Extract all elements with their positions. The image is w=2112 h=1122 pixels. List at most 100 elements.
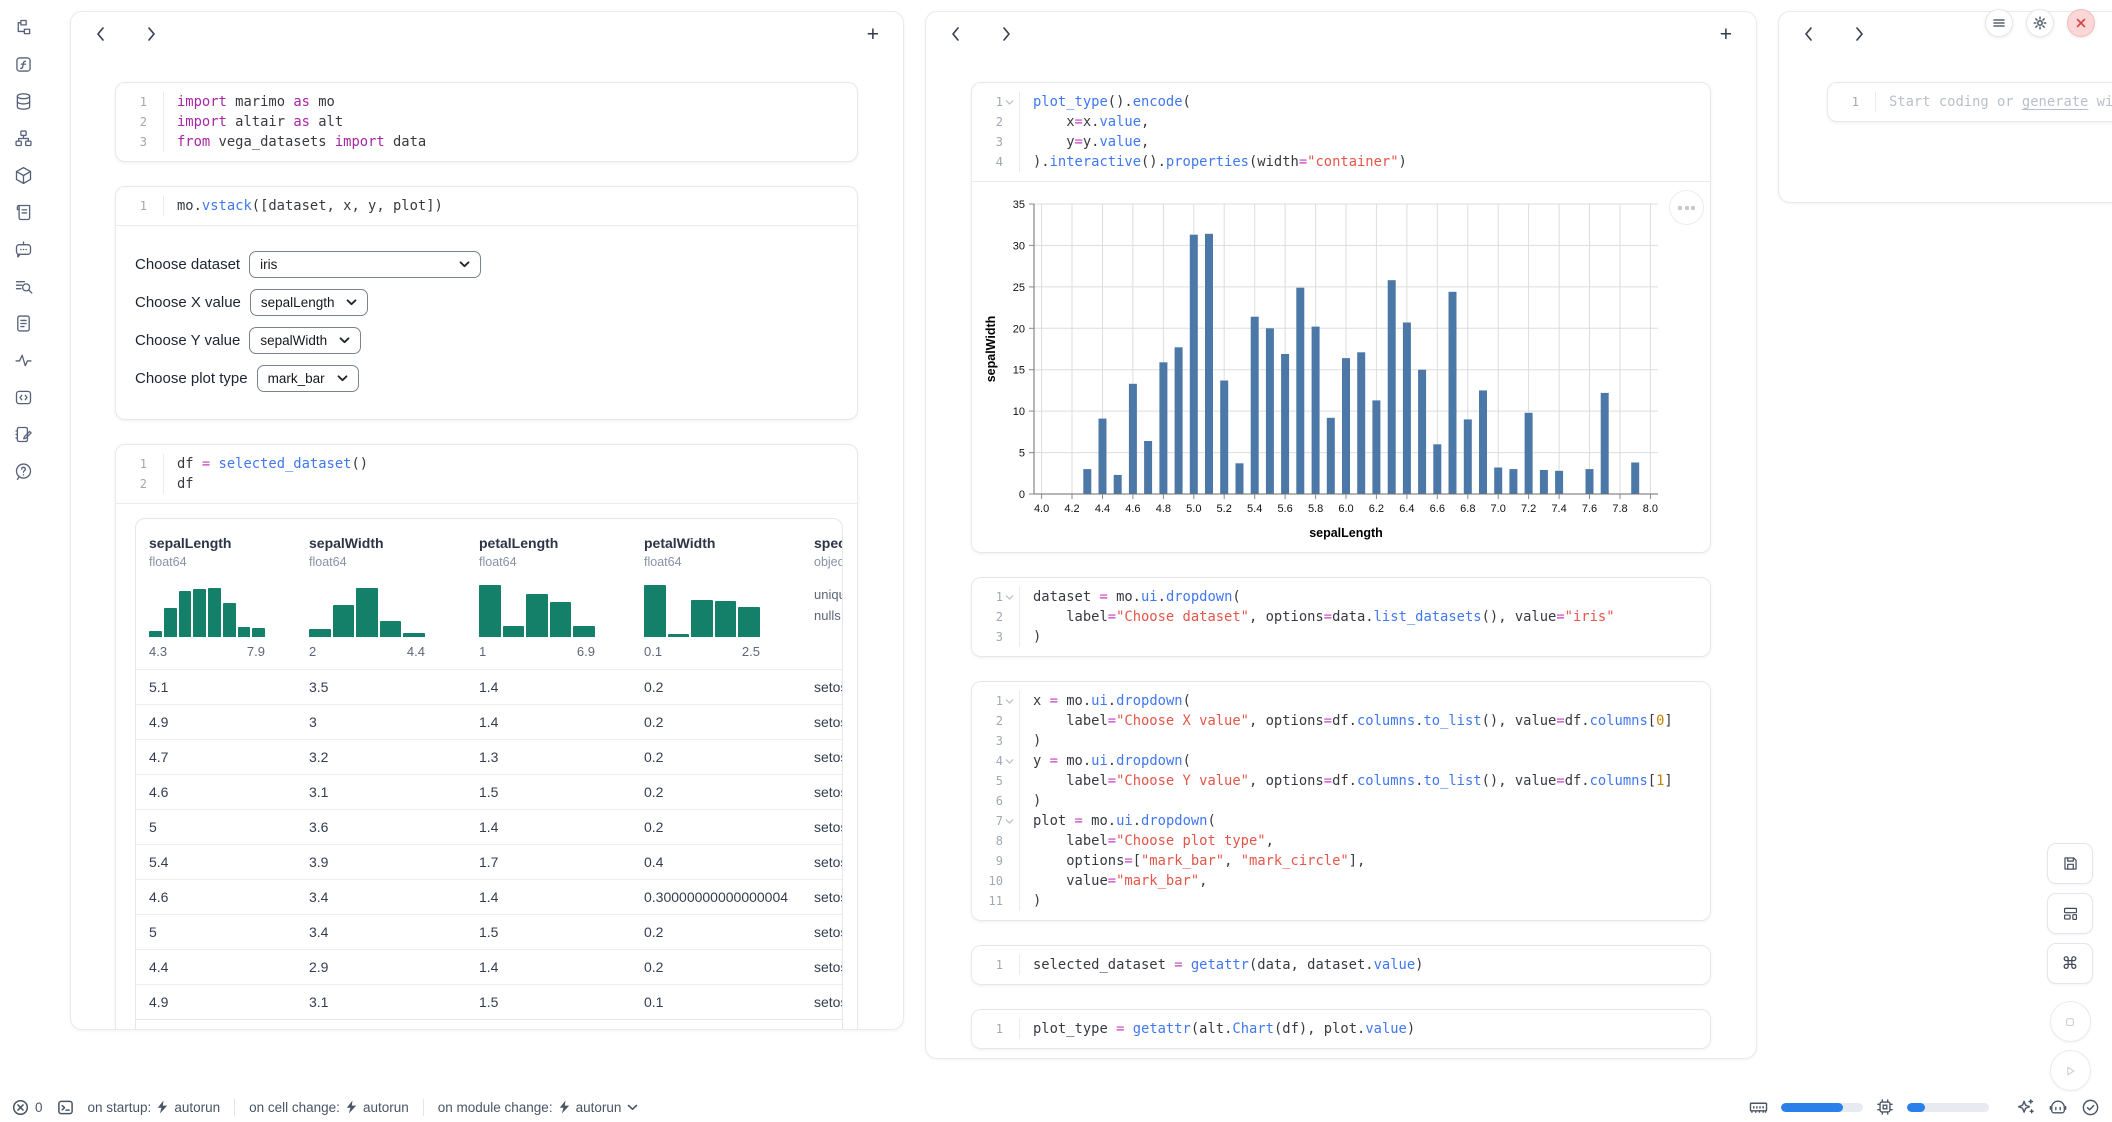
errors-button[interactable]: 0 bbox=[12, 1099, 43, 1116]
column-header-petalLength[interactable]: petalLengthfloat6416.9 bbox=[466, 535, 631, 659]
column-scroll-left-button[interactable] bbox=[950, 26, 961, 42]
packages-icon[interactable] bbox=[12, 164, 34, 186]
logs-icon[interactable] bbox=[12, 201, 34, 223]
on-cell-change-config[interactable]: on cell change: autorun bbox=[249, 1100, 409, 1115]
table-row: 4.63.11.50.2setosa bbox=[136, 774, 842, 809]
last-page-button[interactable] bbox=[713, 1029, 740, 1030]
terminal-button[interactable] bbox=[57, 1099, 74, 1116]
ai-chat-icon[interactable] bbox=[12, 238, 34, 260]
code-line: 2df bbox=[116, 474, 857, 494]
svg-text:7.0: 7.0 bbox=[1491, 503, 1506, 515]
code-line: 4).interactive().properties(width="conta… bbox=[972, 152, 1710, 172]
code-editor[interactable]: 1mo.vstack([dataset, x, y, plot]) bbox=[116, 187, 857, 225]
code-editor[interactable]: 1x = mo.ui.dropdown(2 label="Choose X va… bbox=[972, 682, 1710, 920]
fold-chevron-icon[interactable] bbox=[1005, 593, 1014, 601]
code-cell-dataframe: 1df = selected_dataset()2df sepalLengthf… bbox=[115, 444, 858, 1030]
column-scroll-left-button[interactable] bbox=[1803, 26, 1814, 42]
find-icon[interactable] bbox=[12, 275, 34, 297]
window-actions bbox=[1985, 9, 2095, 37]
ai-sparkle-button[interactable] bbox=[2002, 1098, 2035, 1117]
code-editor[interactable]: 1selected_dataset = getattr(data, datase… bbox=[972, 946, 1710, 984]
table-row: 53.41.50.2setosa bbox=[136, 914, 842, 949]
close-button[interactable] bbox=[2067, 9, 2095, 37]
add-column-button[interactable]: + bbox=[867, 24, 879, 45]
dependencies-icon[interactable] bbox=[12, 127, 34, 149]
copilot-button[interactable] bbox=[2048, 1098, 2068, 1116]
code-cell-selected-dataset: 1selected_dataset = getattr(data, datase… bbox=[971, 945, 1711, 985]
svg-text:7.6: 7.6 bbox=[1582, 503, 1597, 515]
dropdown-select[interactable]: iris bbox=[249, 251, 481, 278]
svg-text:4.0: 4.0 bbox=[1034, 503, 1049, 515]
column-scroll-left-button[interactable] bbox=[95, 26, 106, 42]
run-all-button[interactable] bbox=[2050, 1050, 2091, 1091]
code-editor[interactable]: 1import marimo as mo2import altair as al… bbox=[116, 83, 857, 161]
table-row: 5.13.51.40.2setosa bbox=[136, 669, 842, 704]
fold-chevron-icon[interactable] bbox=[1005, 697, 1014, 705]
menu-button[interactable] bbox=[1985, 9, 2013, 37]
code-line: 7plot = mo.ui.dropdown( bbox=[972, 811, 1710, 831]
altair-bar-chart[interactable]: 4.04.24.44.64.85.05.25.45.65.86.06.26.46… bbox=[982, 192, 1710, 544]
save-button[interactable] bbox=[2047, 843, 2093, 884]
fold-chevron-icon[interactable] bbox=[1005, 757, 1014, 765]
tracebacks-icon[interactable] bbox=[12, 349, 34, 371]
code-editor[interactable]: 1dataset = mo.ui.dropdown(2 label="Choos… bbox=[972, 578, 1710, 656]
next-page-button[interactable] bbox=[677, 1029, 704, 1030]
generate-link[interactable]: generate bbox=[2022, 94, 2088, 110]
help-icon[interactable] bbox=[12, 460, 34, 482]
svg-text:35: 35 bbox=[1013, 199, 1025, 211]
documentation-icon[interactable] bbox=[12, 312, 34, 334]
code-line: 5 label="Choose Y value", options=df.col… bbox=[972, 771, 1710, 791]
connection-status-button[interactable] bbox=[2081, 1098, 2100, 1117]
column-header-sepalWidth[interactable]: sepalWidthfloat6424.4 bbox=[296, 535, 466, 659]
functions-icon[interactable] bbox=[12, 53, 34, 75]
column-header-sepalLength[interactable]: sepalLengthfloat644.37.9 bbox=[136, 535, 296, 659]
code-line: 4y = mo.ui.dropdown( bbox=[972, 751, 1710, 771]
svg-text:10: 10 bbox=[1013, 406, 1025, 418]
svg-text:20: 20 bbox=[1013, 323, 1025, 335]
svg-text:5.6: 5.6 bbox=[1277, 503, 1292, 515]
keyboard-shortcuts-button[interactable]: ⌘ bbox=[2047, 943, 2093, 984]
svg-text:5.8: 5.8 bbox=[1308, 503, 1323, 515]
dropdown-select[interactable]: mark_bar bbox=[257, 365, 359, 392]
file-explorer-icon[interactable] bbox=[12, 16, 34, 38]
layout-button[interactable] bbox=[2047, 893, 2093, 934]
dropdown-label: Choose Y value bbox=[135, 332, 240, 349]
datasources-icon[interactable] bbox=[12, 90, 34, 112]
snippets-icon[interactable] bbox=[12, 386, 34, 408]
code-editor[interactable]: 1plot_type().encode(2 x=x.value,3 y=y.va… bbox=[972, 83, 1710, 181]
table-row: 4.63.41.40.30000000000000004setosa bbox=[136, 879, 842, 914]
settings-gear-button[interactable] bbox=[2026, 9, 2054, 37]
dropdown-select[interactable]: sepalWidth bbox=[249, 327, 361, 354]
svg-text:4.8: 4.8 bbox=[1156, 503, 1171, 515]
fold-chevron-icon[interactable] bbox=[1005, 817, 1014, 825]
table-row: 5.43.91.70.4setosa bbox=[136, 844, 842, 879]
scratchpad-icon[interactable] bbox=[12, 423, 34, 445]
table-row: 4.93.11.50.1setosa bbox=[136, 984, 842, 1019]
add-column-button[interactable]: + bbox=[1720, 24, 1732, 45]
fold-chevron-icon[interactable] bbox=[1005, 98, 1014, 106]
dropdown-select[interactable]: sepalLength bbox=[250, 289, 369, 316]
chart-menu-button[interactable] bbox=[1669, 190, 1704, 225]
svg-text:5.0: 5.0 bbox=[1186, 503, 1201, 515]
code-editor[interactable]: 1df = selected_dataset()2df bbox=[116, 445, 857, 503]
column-scroll-right-button[interactable] bbox=[1001, 26, 1012, 42]
stop-button[interactable] bbox=[2050, 1001, 2091, 1042]
notebook-actions: ⌘ bbox=[2046, 843, 2094, 1091]
code-line: 3) bbox=[972, 627, 1710, 647]
code-editor[interactable]: 1plot_type = getattr(alt.Chart(df), plot… bbox=[972, 1010, 1710, 1048]
on-module-change-config[interactable]: on module change: autorun bbox=[438, 1100, 639, 1115]
code-cell-plot-type: 1plot_type = getattr(alt.Chart(df), plot… bbox=[971, 1009, 1711, 1049]
column-header-species[interactable]: speciesobjectunique:nulls: bbox=[801, 535, 843, 659]
lightning-icon bbox=[157, 1100, 168, 1114]
column-header-petalWidth[interactable]: petalWidthfloat640.12.5 bbox=[631, 535, 801, 659]
code-editor[interactable]: 1 Start coding or generate with bbox=[1828, 83, 2112, 121]
check-circle-icon bbox=[2081, 1098, 2100, 1117]
first-page-button[interactable] bbox=[486, 1029, 513, 1030]
column-scroll-right-button[interactable] bbox=[1854, 26, 1865, 42]
chart-svg: 4.04.24.44.64.85.05.25.45.65.86.06.26.46… bbox=[982, 192, 1692, 544]
on-startup-config[interactable]: on startup: autorun bbox=[88, 1100, 221, 1115]
column-scroll-right-button[interactable] bbox=[146, 26, 157, 42]
chart-output: 4.04.24.44.64.85.05.25.45.65.86.06.26.46… bbox=[972, 181, 1710, 552]
lightning-icon bbox=[559, 1100, 570, 1114]
prev-page-button[interactable] bbox=[522, 1029, 549, 1030]
